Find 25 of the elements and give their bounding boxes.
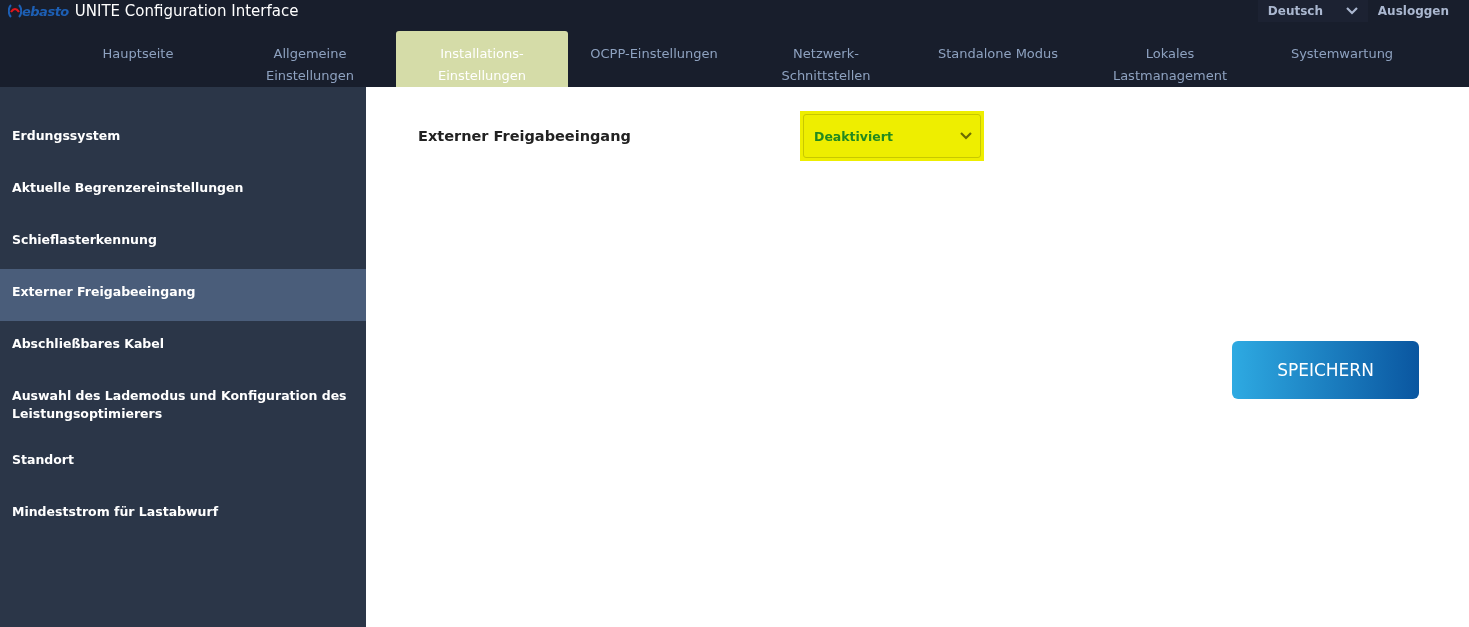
setting-select[interactable]: Deaktiviert xyxy=(803,114,981,158)
sidebar-item[interactable]: Abschließbares Kabel xyxy=(0,321,366,373)
nav-tab[interactable]: OCPP-Einstellungen xyxy=(568,31,740,87)
sidebar-item[interactable]: Standort xyxy=(0,437,366,489)
chevron-down-icon xyxy=(960,132,972,140)
language-select[interactable]: Deutsch xyxy=(1257,0,1368,22)
sidebar-item[interactable]: Mindeststrom für Lastabwurf xyxy=(0,489,366,541)
chevron-down-icon xyxy=(1345,7,1358,15)
app-title: UNITE Configuration Interface xyxy=(74,2,299,20)
setting-label: Externer Freigabeeingang xyxy=(418,128,632,144)
logo-text: ebasto xyxy=(22,3,69,19)
sidebar-item[interactable]: Auswahl des Lademodus und Konfiguration des Leistungsoptimierers xyxy=(0,373,366,437)
sidebar-item[interactable]: Erdungssystem xyxy=(0,113,366,165)
sidebar-item[interactable]: Aktuelle Begrenzereinstellungen xyxy=(0,165,366,217)
save-button[interactable]: SPEICHERN xyxy=(1232,341,1419,399)
nav-tab[interactable]: Standalone Modus xyxy=(912,31,1084,87)
logout-link[interactable]: Ausloggen xyxy=(1377,4,1449,18)
nav-tab[interactable]: Lokales Lastmanagement xyxy=(1084,31,1256,87)
nav-tab[interactable]: Hauptseite xyxy=(52,31,224,87)
sidebar-item[interactable]: Externer Freigabeeingang xyxy=(0,269,366,321)
logo-icon xyxy=(8,4,22,18)
nav-tab[interactable]: Allgemeine Einstellungen xyxy=(224,31,396,87)
sidebar-item[interactable]: Schieflasterkennung xyxy=(0,217,366,269)
nav-tab[interactable]: Systemwartung xyxy=(1256,31,1428,87)
nav-tab[interactable]: Netzwerk- Schnittstellen xyxy=(740,31,912,87)
